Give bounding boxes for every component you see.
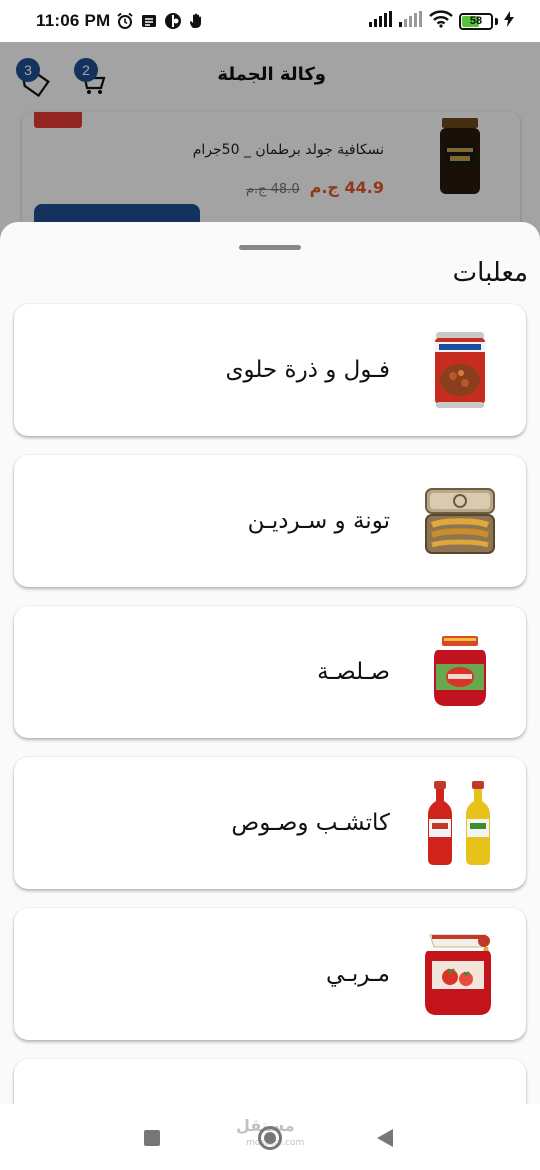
system-icons: 58 (369, 10, 514, 32)
charging-icon (504, 11, 514, 31)
category-item-ketchup-sauce[interactable]: كاتشـب وصـوص (14, 757, 526, 889)
category-item-jam[interactable]: مـربـي (14, 908, 526, 1040)
category-label: مـربـي (325, 961, 390, 987)
drag-handle[interactable] (239, 245, 301, 250)
battery-nub (495, 17, 498, 25)
back-button[interactable] (377, 1129, 393, 1147)
ketchup-bottles-icon (420, 777, 500, 869)
signal-weak-icon (399, 11, 423, 31)
system-nav-bar: مستقل mostaql.com (0, 1104, 540, 1170)
alarm-icon (116, 12, 134, 30)
tomato-paste-jar-icon (420, 626, 500, 718)
sheet-title: معلبات (452, 258, 528, 288)
wifi-icon (429, 10, 453, 32)
jam-jar-icon (420, 928, 500, 1020)
battery-icon: 58 (459, 12, 493, 30)
category-label: كاتشـب وصـوص (231, 810, 390, 836)
notification-icons (116, 12, 206, 30)
category-list: فـول و ذرة حلوى تونة و سـرديـن صـلصـة كا… (14, 304, 526, 1170)
sardine-can-icon (420, 475, 500, 567)
phone-screen: 11:06 PM 58 وكالة الجملة 2 3 نسكافية جول… (0, 0, 540, 1170)
category-sheet: معلبات فـول و ذرة حلوى تونة و سـرديـن صـ… (0, 222, 540, 1170)
app-icon (164, 12, 182, 30)
category-label: تونة و سـرديـن (247, 508, 390, 534)
category-label: صـلصـة (317, 659, 390, 685)
category-label: فـول و ذرة حلوى (225, 357, 390, 383)
recent-apps-button[interactable] (144, 1130, 160, 1146)
status-time: 11:06 PM (36, 11, 111, 30)
category-item-tuna-sardines[interactable]: تونة و سـرديـن (14, 455, 526, 587)
battery-level: 58 (469, 15, 483, 27)
home-button[interactable] (258, 1126, 282, 1150)
category-item-tomato-paste[interactable]: صـلصـة (14, 606, 526, 738)
message-icon (140, 12, 158, 30)
status-bar: 11:06 PM 58 (0, 0, 540, 42)
hand-icon (188, 12, 206, 30)
signal-icon (369, 11, 393, 31)
canned-beans-icon (420, 324, 500, 416)
category-item-beans-corn[interactable]: فـول و ذرة حلوى (14, 304, 526, 436)
